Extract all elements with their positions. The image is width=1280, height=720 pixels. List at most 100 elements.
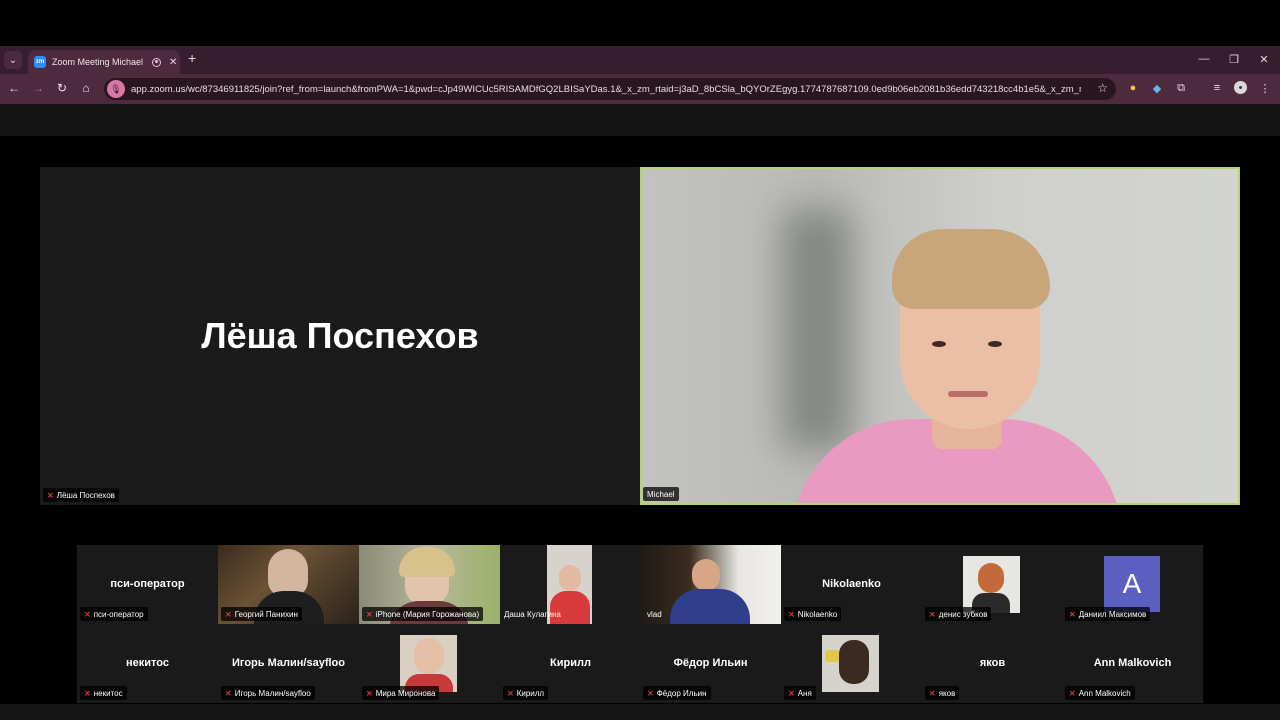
- participant-label-text: пси-оператор: [93, 609, 144, 619]
- participant-name: Кирилл: [550, 657, 591, 669]
- zoom-favicon-icon: zm: [34, 56, 46, 68]
- muted-mic-icon: ⨯: [47, 490, 54, 500]
- participant-name: Nikolaenko: [822, 578, 881, 590]
- participant-face: [414, 638, 444, 674]
- muted-mic-icon: ⨯: [225, 609, 232, 619]
- gallery-tile[interactable]: пси-оператор ⨯ пси-оператор: [77, 545, 218, 624]
- tab-zoom-meeting[interactable]: zm Zoom Meeting Michael ✕: [28, 50, 180, 74]
- gallery-tile[interactable]: Даша Кулагина: [500, 545, 641, 624]
- participant-label: vlad: [643, 607, 666, 621]
- restore-icon[interactable]: ❐: [1224, 53, 1244, 66]
- participant-label: ⨯ Игорь Малин/sayfloo: [221, 686, 315, 700]
- active-speaker-label-text: Лёша Поспехов: [56, 490, 115, 500]
- gallery-tile[interactable]: Игорь Малин/sayfloo ⨯ Игорь Малин/sayfloo: [218, 624, 359, 703]
- participant-label: Даша Кулагина: [500, 607, 565, 621]
- address-bar[interactable]: 🎙 app.zoom.us/wc/87346911825/join?ref_fr…: [104, 78, 1116, 100]
- gallery-tile[interactable]: некитос ⨯ некитос: [77, 624, 218, 703]
- participant-label: ⨯ яков: [925, 686, 960, 700]
- bookmark-star-icon[interactable]: ☆: [1097, 81, 1108, 95]
- zoom-header-bar: [0, 104, 1280, 136]
- video-person-eye: [988, 341, 1002, 347]
- participant-face: [559, 565, 581, 591]
- participant-name: Ann Malkovich: [1093, 657, 1172, 669]
- muted-mic-icon: ⨯: [366, 609, 373, 619]
- muted-mic-icon: ⨯: [84, 609, 91, 619]
- active-speaker-name: Лёша Поспехов: [201, 315, 479, 356]
- new-tab-button[interactable]: +: [188, 50, 196, 66]
- top-black-bar: [0, 0, 1280, 46]
- gallery-tile[interactable]: Фёдор Ильин ⨯ Фёдор Ильин: [640, 624, 781, 703]
- window-close-icon[interactable]: ✕: [1254, 53, 1274, 66]
- gallery-tile[interactable]: Ann Malkovich ⨯ Ann Malkovich: [1062, 624, 1203, 703]
- gallery-tile[interactable]: ⨯ Мира Миронова: [359, 624, 500, 703]
- participant-name: Игорь Малин/sayfloo: [232, 657, 345, 669]
- participant-hair: [978, 563, 1004, 593]
- participant-face: [692, 559, 720, 591]
- muted-mic-icon: ⨯: [507, 688, 514, 698]
- pinned-video-tile[interactable]: Michael: [640, 167, 1240, 505]
- muted-mic-icon: ⨯: [788, 688, 795, 698]
- meeting-stage: Лёша Поспехов ⨯ Лёша Поспехов Michael пс…: [0, 136, 1280, 720]
- gallery-tile[interactable]: яков ⨯ яков: [922, 624, 1063, 703]
- muted-mic-icon: ⨯: [1069, 609, 1076, 619]
- participant-label: ⨯ Аня: [784, 686, 816, 700]
- participant-object: [825, 650, 839, 662]
- participant-label-text: Фёдор Ильин: [656, 688, 707, 698]
- gallery-tile[interactable]: A ⨯ Даниил Максимов: [1062, 545, 1203, 624]
- gallery-tile[interactable]: ⨯ денис зубков: [922, 545, 1063, 624]
- gallery-tile[interactable]: ⨯ Георгий Панихин: [218, 545, 359, 624]
- back-arrow-icon[interactable]: ←: [6, 81, 22, 95]
- active-speaker-tile[interactable]: Лёша Поспехов ⨯ Лёша Поспехов: [40, 167, 640, 505]
- extension-1-icon[interactable]: ●: [1126, 81, 1140, 95]
- video-background-object: [782, 209, 852, 449]
- home-icon[interactable]: ⌂: [78, 81, 94, 95]
- url-text[interactable]: app.zoom.us/wc/87346911825/join?ref_from…: [131, 84, 1081, 95]
- tab-title: Zoom Meeting Michael: [52, 57, 144, 67]
- microphone-in-use-icon[interactable]: 🎙: [107, 80, 125, 98]
- participant-label: ⨯ Nikolaenko: [784, 607, 842, 621]
- reload-icon[interactable]: ↻: [54, 81, 70, 95]
- participant-label-text: Аня: [797, 688, 812, 698]
- participant-name: пси-оператор: [110, 578, 185, 590]
- tab-close-icon[interactable]: ✕: [169, 57, 177, 68]
- muted-mic-icon: ⨯: [647, 688, 654, 698]
- minimize-icon[interactable]: —: [1194, 53, 1214, 65]
- participant-label: ⨯ некитос: [80, 686, 127, 700]
- participant-label: ⨯ Фёдор Ильин: [643, 686, 711, 700]
- muted-mic-icon: ⨯: [1069, 688, 1076, 698]
- extensions-puzzle-icon[interactable]: ⧉: [1174, 81, 1188, 95]
- extension-2-icon[interactable]: ◆: [1150, 81, 1164, 95]
- participant-label-text: яков: [938, 688, 956, 698]
- gallery-tile[interactable]: ⨯ Аня: [781, 624, 922, 703]
- participant-label-text: некитос: [93, 688, 123, 698]
- video-person-hair: [892, 229, 1050, 309]
- gallery-tile[interactable]: Nikolaenko ⨯ Nikolaenko: [781, 545, 922, 624]
- recording-indicator-icon: [152, 57, 161, 67]
- participant-avatar: A: [1104, 556, 1160, 612]
- participant-label-text: vlad: [647, 609, 662, 619]
- participant-label: ⨯ Ann Malkovich: [1065, 686, 1135, 700]
- gallery-tile[interactable]: ⨯ iPhone (Мария Горожанова): [359, 545, 500, 624]
- participant-name: Фёдор Ильин: [673, 657, 748, 669]
- pinned-video-label: Michael: [643, 487, 679, 501]
- participant-body: [670, 589, 750, 624]
- browser-menu-icon[interactable]: ⋮: [1258, 81, 1272, 95]
- participant-label-text: Nikolaenko: [797, 609, 838, 619]
- participant-label: ⨯ iPhone (Мария Горожанова): [362, 607, 484, 621]
- media-controls-icon[interactable]: ≡: [1210, 81, 1224, 95]
- gallery-tile[interactable]: Кирилл ⨯ Кирилл: [500, 624, 641, 703]
- participant-label: ⨯ пси-оператор: [80, 607, 148, 621]
- participant-label-text: Даниил Максимов: [1078, 609, 1147, 619]
- video-person-mouth: [948, 391, 988, 397]
- participant-hair: [839, 640, 869, 684]
- browser-toolbar: ← → ↻ ⌂ 🎙 app.zoom.us/wc/87346911825/joi…: [0, 74, 1280, 104]
- bottom-strip: [0, 704, 1280, 720]
- participant-label: ⨯ Кирилл: [503, 686, 549, 700]
- tab-search-chevron-icon[interactable]: ⌄: [4, 51, 22, 69]
- forward-arrow-icon[interactable]: →: [30, 81, 46, 95]
- participant-label-text: Ann Malkovich: [1078, 688, 1131, 698]
- gallery-tile[interactable]: vlad: [640, 545, 781, 624]
- active-speaker-label: ⨯ Лёша Поспехов: [43, 488, 119, 502]
- profile-avatar-icon[interactable]: •: [1234, 81, 1247, 94]
- participant-label-text: денис зубков: [938, 609, 988, 619]
